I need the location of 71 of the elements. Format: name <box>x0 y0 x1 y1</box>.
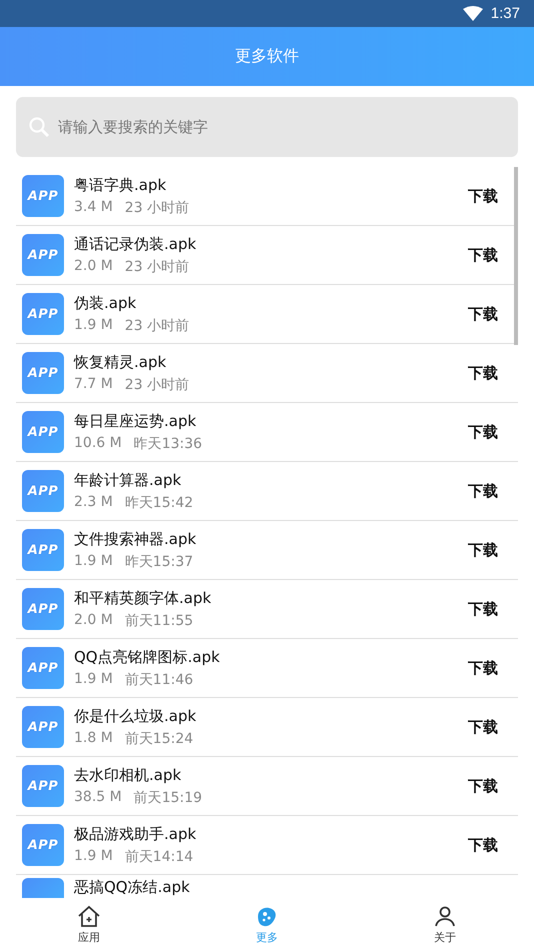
app-icon: APP <box>22 411 64 453</box>
app-icon <box>22 878 64 898</box>
app-icon: APP <box>22 706 64 748</box>
upload-time: 前天11:55 <box>124 612 194 630</box>
app-name: 文件搜索神器.apk <box>74 530 198 548</box>
upload-time: 23 小时前 <box>124 316 190 334</box>
file-size: 1.8 M <box>74 730 113 748</box>
app-icon: APP <box>22 765 64 807</box>
app-icon: APP <box>22 352 64 394</box>
app-icon: APP <box>22 529 64 571</box>
page-title: 更多软件 <box>235 46 299 67</box>
upload-time: 前天15:24 <box>124 730 194 748</box>
upload-time: 昨天15:37 <box>124 552 194 570</box>
app-name: 你是什么垃圾.apk <box>74 706 198 726</box>
app-icon: APP <box>22 293 64 335</box>
download-button[interactable]: 下载 <box>468 776 518 796</box>
download-button[interactable]: 下载 <box>468 658 518 678</box>
wifi-icon <box>462 6 483 21</box>
file-size: 3.4 M <box>74 198 113 216</box>
upload-time: 昨天15:42 <box>124 494 194 512</box>
app-name: 每日星座运势.apk <box>74 412 198 430</box>
app-name: 伪装.apk <box>74 294 138 312</box>
upload-time: 23 小时前 <box>124 258 190 276</box>
file-size: 2.0 M <box>74 258 113 276</box>
upload-time: 23 小时前 <box>124 198 190 216</box>
app-name: QQ点亮铭牌图标.apk <box>74 648 221 666</box>
app-name: 极品游戏助手.apk <box>74 824 198 844</box>
status-time: 1:37 <box>490 5 520 22</box>
app-name: 去水印相机.apk <box>74 766 182 784</box>
download-button[interactable]: 下载 <box>468 836 518 854</box>
person-icon <box>432 904 458 928</box>
app-icon: APP <box>22 647 64 689</box>
app-icon: APP <box>22 470 64 512</box>
download-button[interactable]: 下载 <box>468 482 518 500</box>
file-size: 10.6 M <box>74 434 122 452</box>
file-size: 1.9 M <box>74 316 113 334</box>
file-size: 7.7 M <box>74 376 113 394</box>
upload-time: 前天15:19 <box>134 788 202 806</box>
app-name: 恢复精灵.apk <box>74 352 168 372</box>
app-name: 和平精英颜字体.apk <box>74 588 212 608</box>
download-button[interactable]: 下载 <box>468 718 518 736</box>
upload-time: 前天11:46 <box>124 670 194 688</box>
app-icon: APP <box>22 824 64 866</box>
app-icon: APP <box>22 175 64 217</box>
search-icon <box>28 116 50 138</box>
file-size: 1.9 M <box>74 848 113 866</box>
app-name: 粤语字典.apk <box>74 176 168 194</box>
file-size: 38.5 M <box>74 788 122 806</box>
upload-time: 前天14:14 <box>124 848 194 866</box>
upload-time: 23 小时前 <box>124 376 190 394</box>
home-icon <box>76 904 102 928</box>
download-button[interactable]: 下载 <box>468 540 518 560</box>
app-name: 通话记录伪装.apk <box>74 234 198 254</box>
download-button[interactable]: 下载 <box>468 600 518 618</box>
file-size: 1.9 M <box>74 552 113 570</box>
download-button[interactable]: 下载 <box>468 422 518 442</box>
file-size: 2.3 M <box>74 494 113 512</box>
download-button[interactable]: 下载 <box>468 186 518 206</box>
upload-time: 昨天13:36 <box>134 434 202 452</box>
app-icon: APP <box>22 588 64 630</box>
file-size: 2.0 M <box>74 612 113 630</box>
download-button[interactable]: 下载 <box>468 364 518 382</box>
download-button[interactable]: 下载 <box>468 246 518 264</box>
app-icon: APP <box>22 234 64 276</box>
download-button[interactable]: 下载 <box>468 304 518 324</box>
nav-tab[interactable]: 应用 <box>0 899 178 949</box>
nav-tab[interactable]: 关于 <box>356 899 534 949</box>
app-name: 年龄计算器.apk <box>74 470 182 490</box>
file-size: 1.9 M <box>74 670 113 688</box>
search-field[interactable]: 请输入要搜索的关键字 <box>16 97 518 157</box>
app-name: 恶搞QQ冻结.apk <box>74 878 190 897</box>
